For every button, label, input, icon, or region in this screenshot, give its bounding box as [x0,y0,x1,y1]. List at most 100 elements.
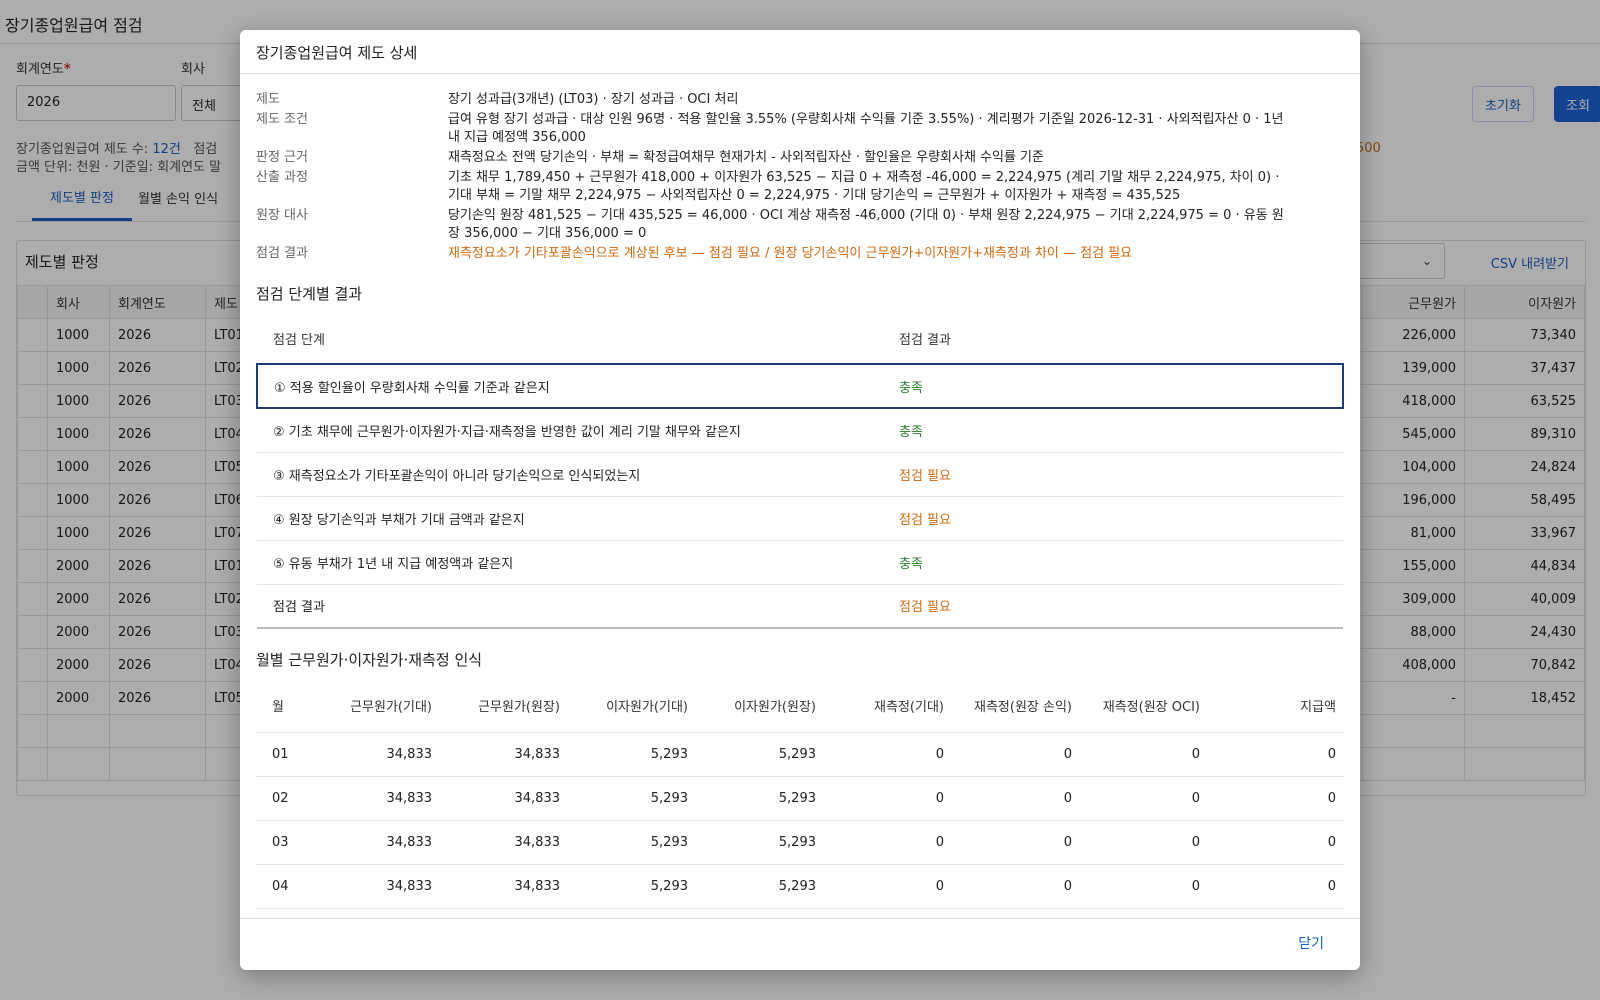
interest-expected-cell: 5,293 [568,732,696,777]
remeasure-pl-cell: 0 [952,864,1080,909]
remeasure-pl-cell: 0 [952,908,1080,918]
detail-key: 점검 결과 [256,246,308,261]
payment-cell: 0 [1208,776,1344,821]
monthly-header-interest-expected: 이자원가(기대) [568,680,696,733]
detail-value: 급여 유형 장기 성과급 · 대상 인원 96명 · 적용 할인율 3.55% … [448,112,1284,145]
monthly-header-interest-ledger: 이자원가(원장) [696,680,824,733]
detail-key: 제도 조건 [256,112,308,127]
detail-key: 산출 과정 [256,170,308,185]
step-result: 충족 [883,540,1343,585]
detail-list: 제도 장기 성과급(3개년) (LT03) · 장기 성과급 · OCI 처리 … [256,91,1286,263]
detail-row-plan: 제도 장기 성과급(3개년) (LT03) · 장기 성과급 · OCI 처리 [256,91,1286,109]
monthly-row: 03 34,833 34,833 5,293 5,293 0 0 0 0 [256,820,1344,865]
detail-row-conditions: 제도 조건 급여 유형 장기 성과급 · 대상 인원 96명 · 적용 할인율 … [256,111,1286,147]
remeasure-expected-cell: 0 [824,908,952,918]
steps-total-row: 점검 결과 점검 필요 [257,584,1343,629]
steps-header-row: 점검 단계 점검 결과 [257,314,1343,365]
steps-header-step: 점검 단계 [257,314,883,365]
steps-total-result: 점검 필요 [883,584,1343,629]
monthly-row: 0534,83334,8335,2935,2930000 [256,908,1344,918]
step-row[interactable]: ① 적용 할인율이 우량회사채 수익률 기준과 같은지 충족 [256,363,1344,409]
remeasure-expected-cell: 0 [824,864,952,909]
payment-cell: 0 [1208,908,1344,918]
monthly-row: 02 34,833 34,833 5,293 5,293 0 0 0 0 [256,776,1344,821]
monthly-row: 01 34,833 34,833 5,293 5,293 0 0 0 0 [256,732,1344,777]
step-row[interactable]: ⑤ 유동 부채가 1년 내 지급 예정액과 같은지 충족 [257,540,1343,585]
service-ledger-cell: 34,833 [440,776,568,821]
detail-value: 재측정요소 전액 당기손익 · 부채 = 확정급여채무 현재가치 - 사외적립자… [448,150,1044,165]
interest-expected-cell: 5,293 [568,908,696,918]
step-row[interactable]: ② 기초 채무에 근무원가·이자원가·지급·재측정을 반영한 값이 계리 기말 … [257,408,1343,453]
service-ledger-cell: 34,833 [440,864,568,909]
monthly-row: 04 34,833 34,833 5,293 5,293 0 0 0 0 [256,864,1344,909]
service-expected-cell: 34,833 [312,820,440,865]
step-result: 충족 [883,363,1344,409]
step-label: ① 적용 할인율이 우량회사채 수익률 기준과 같은지 [256,363,883,409]
month-cell: 04 [256,864,312,909]
step-label: ⑤ 유동 부채가 1년 내 지급 예정액과 같은지 [257,540,883,585]
interest-ledger-cell: 5,293 [696,864,824,909]
detail-row-basis: 판정 근거 재측정요소 전액 당기손익 · 부채 = 확정급여채무 현재가치 -… [256,149,1286,167]
remeasure-pl-cell: 0 [952,820,1080,865]
service-expected-cell: 34,833 [312,732,440,777]
detail-key: 원장 대사 [256,208,308,223]
detail-row-result: 점검 결과 재측정요소가 기타포괄손익으로 계상된 후보 — 점검 필요 / 원… [256,245,1286,263]
detail-key: 제도 [256,92,280,107]
interest-expected-cell: 5,293 [568,776,696,821]
interest-ledger-cell: 5,293 [696,732,824,777]
detail-value: 장기 성과급(3개년) (LT03) · 장기 성과급 · OCI 처리 [448,92,739,107]
detail-value: 기초 채무 1,789,450 + 근무원가 418,000 + 이자원가 63… [448,170,1280,203]
monthly-header-row: 월 근무원가(기대) 근무원가(원장) 이자원가(기대) 이자원가(원장) 재측… [256,680,1344,733]
remeasure-pl-cell: 0 [952,732,1080,777]
monthly-header-service-ledger: 근무원가(원장) [440,680,568,733]
payment-cell: 0 [1208,732,1344,777]
service-expected-cell: 34,833 [312,864,440,909]
month-cell: 01 [256,732,312,777]
month-cell: 05 [256,908,312,918]
remeasure-expected-cell: 0 [824,776,952,821]
monthly-header-month: 월 [256,680,312,733]
monthly-header-service-expected: 근무원가(기대) [312,680,440,733]
plan-detail-modal: 장기종업원급여 제도 상세 제도 장기 성과급(3개년) (LT03) · 장기… [240,30,1360,970]
remeasure-oci-cell: 0 [1080,864,1208,909]
service-expected-cell: 34,833 [312,908,440,918]
month-cell: 02 [256,776,312,821]
step-label: ③ 재측정요소가 기타포괄손익이 아니라 당기손익으로 인식되었는지 [257,452,883,497]
detail-value: 당기손익 원장 481,525 − 기대 435,525 = 46,000 · … [448,208,1284,241]
interest-expected-cell: 5,293 [568,864,696,909]
step-label: ② 기초 채무에 근무원가·이자원가·지급·재측정을 반영한 값이 계리 기말 … [257,408,883,453]
steps-table: 점검 단계 점검 결과 ① 적용 할인율이 우량회사채 수익률 기준과 같은지 … [256,314,1344,629]
service-expected-cell: 34,833 [312,776,440,821]
interest-expected-cell: 5,293 [568,820,696,865]
service-ledger-cell: 34,833 [440,908,568,918]
remeasure-expected-cell: 0 [824,820,952,865]
remeasure-pl-cell: 0 [952,776,1080,821]
monthly-header-remeasure-pl: 재측정(원장 손익) [952,680,1080,733]
monthly-table: 월 근무원가(기대) 근무원가(원장) 이자원가(기대) 이자원가(원장) 재측… [256,680,1344,918]
step-row[interactable]: ③ 재측정요소가 기타포괄손익이 아니라 당기손익으로 인식되었는지 점검 필요 [257,452,1343,497]
modal-body[interactable]: 제도 장기 성과급(3개년) (LT03) · 장기 성과급 · OCI 처리 … [240,75,1360,918]
steps-header-result: 점검 결과 [883,314,1343,365]
service-ledger-cell: 34,833 [440,820,568,865]
modal-title: 장기종업원급여 제도 상세 [240,30,1360,74]
interest-ledger-cell: 5,293 [696,820,824,865]
step-label: ④ 원장 당기손익과 부채가 기대 금액과 같은지 [257,496,883,541]
interest-ledger-cell: 5,293 [696,776,824,821]
payment-cell: 0 [1208,864,1344,909]
steps-total-label: 점검 결과 [257,584,883,629]
detail-value-warning: 재측정요소가 기타포괄손익으로 계상된 후보 — 점검 필요 / 원장 당기손익… [448,246,1133,261]
modal-footer: 닫기 [240,918,1360,970]
interest-ledger-cell: 5,293 [696,908,824,918]
monthly-header-remeasure-oci: 재측정(원장 OCI) [1080,680,1208,733]
step-row[interactable]: ④ 원장 당기손익과 부채가 기대 금액과 같은지 점검 필요 [257,496,1343,541]
step-result: 충족 [883,408,1343,453]
remeasure-oci-cell: 0 [1080,908,1208,918]
remeasure-expected-cell: 0 [824,732,952,777]
month-cell: 03 [256,820,312,865]
close-button[interactable]: 닫기 [1298,933,1324,953]
detail-row-calculation: 산출 과정 기초 채무 1,789,450 + 근무원가 418,000 + 이… [256,169,1286,205]
monthly-header-remeasure-expected: 재측정(기대) [824,680,952,733]
step-result: 점검 필요 [883,496,1343,541]
remeasure-oci-cell: 0 [1080,820,1208,865]
remeasure-oci-cell: 0 [1080,776,1208,821]
